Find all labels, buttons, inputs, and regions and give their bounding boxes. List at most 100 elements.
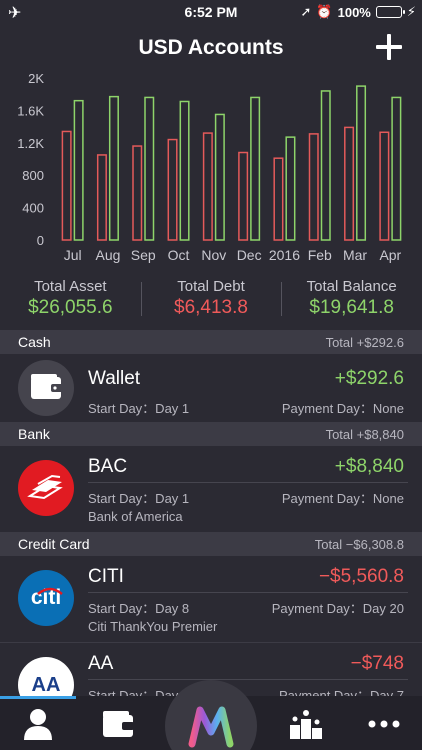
charging-icon: ⚡ <box>406 4 416 19</box>
citi-arc-icon <box>37 587 63 595</box>
bar-debt <box>202 132 213 241</box>
x-tick-label: Mar <box>343 247 367 263</box>
account-name: BAC <box>88 456 128 477</box>
x-tick-label: 2016 <box>269 247 300 263</box>
section-total: Total +$292.6 <box>325 334 404 350</box>
add-account-button[interactable] <box>372 30 406 64</box>
status-right: ➚ ⏰ 100% ⚡ <box>301 4 416 20</box>
section-header-credit-card: Credit Card Total −$6,308.8 <box>0 532 422 556</box>
nav-bar: USD Accounts <box>0 28 422 68</box>
y-tick-label: 1.2K <box>17 136 44 151</box>
account-row-citi[interactable]: citi CITI −$5,560.8 Start Day：Day 8 Paym… <box>0 556 422 642</box>
y-tick-label: 400 <box>22 201 44 216</box>
aa-logo-text: AA <box>31 673 61 696</box>
account-amount: +$292.6 <box>334 368 404 389</box>
battery-icon <box>375 6 405 18</box>
wallet-icon <box>103 711 134 737</box>
total-asset-value: $26,055.6 <box>28 297 113 318</box>
account-row-wallet[interactable]: Wallet +$292.6 Start Day：Day 1 Payment D… <box>0 354 422 422</box>
start-day: Start Day：Day <box>88 688 179 696</box>
bar-debt <box>344 126 355 241</box>
status-bar: ✈ 6:52 PM ➚ ⏰ 100% ⚡ <box>0 0 422 24</box>
bank-of-america-flag-icon <box>27 474 63 500</box>
m-logo-icon <box>188 706 234 748</box>
bac-logo <box>18 460 74 516</box>
account-row-bac[interactable]: BAC +$8,840 Start Day：Day 1 Payment Day：… <box>0 446 422 532</box>
x-tick-label: Apr <box>379 247 401 263</box>
y-tick-label: 0 <box>37 233 44 248</box>
bar-asset <box>108 95 119 241</box>
airplane-icon: ✈ <box>8 5 22 22</box>
section-title: Bank <box>18 426 50 442</box>
bar-asset <box>179 100 190 241</box>
total-balance-value: $19,641.8 <box>309 297 394 318</box>
payment-day: Payment Day：Day 7 <box>279 688 404 696</box>
start-day: Start Day：Day 1 <box>88 401 190 416</box>
section-total: Total +$8,840 <box>325 426 404 442</box>
location-icon: ➚ <box>300 4 312 19</box>
x-tick-label: Jul <box>64 247 82 263</box>
bar-asset <box>73 99 84 241</box>
tab-more[interactable] <box>354 704 414 744</box>
bar-debt <box>308 133 319 241</box>
bar-debt <box>61 130 72 241</box>
x-tick-label: Dec <box>237 247 262 263</box>
section-title: Cash <box>18 334 51 350</box>
more-icon <box>368 720 400 728</box>
tab-ranking[interactable] <box>276 704 336 744</box>
start-day: Start Day：Day 8 <box>88 601 190 616</box>
x-tick-label: Aug <box>95 247 120 263</box>
account-amount: +$8,840 <box>334 456 404 477</box>
x-tick-label: Feb <box>308 247 332 263</box>
x-tick-label: Nov <box>201 247 226 263</box>
monthly-bar-chart: 0 400 800 1.2K 1.6K 2K Jul Aug Sep Oct Nov Dec 2016 F… <box>17 71 402 263</box>
tab-accounts[interactable] <box>8 704 68 744</box>
row-divider <box>88 679 408 680</box>
account-amount: −$5,560.8 <box>318 566 404 587</box>
ranking-icon <box>290 710 322 739</box>
section-total: Total −$6,308.8 <box>314 536 404 552</box>
person-icon <box>24 709 52 740</box>
bar-debt <box>238 151 249 241</box>
section-title: Credit Card <box>18 536 90 552</box>
bar-asset <box>356 85 367 241</box>
aa-logo: AA <box>18 657 74 696</box>
bar-asset <box>250 96 261 241</box>
payment-day: Payment Day：None <box>281 491 404 506</box>
total-asset: Total Asset $26,055.6 <box>0 276 141 328</box>
bar-debt <box>379 131 390 241</box>
section-header-bank: Bank Total +$8,840 <box>0 422 422 446</box>
total-debt-value: $6,413.8 <box>174 297 248 318</box>
x-tick-label: Sep <box>131 247 156 263</box>
total-debt-label: Total Debt <box>177 278 245 295</box>
bar-asset <box>320 90 331 241</box>
payment-day: Payment Day：None <box>281 401 404 416</box>
y-tick-label: 2K <box>28 71 44 86</box>
y-tick-label: 1.6K <box>17 103 44 118</box>
total-balance-label: Total Balance <box>306 278 397 295</box>
section-header-cash: Cash Total +$292.6 <box>0 330 422 354</box>
citi-logo: citi <box>18 570 74 626</box>
summary-bar: Total Asset $26,055.6 Total Debt $6,413.… <box>0 276 422 328</box>
x-tick-label: Oct <box>168 247 190 263</box>
page-title: USD Accounts <box>138 36 284 59</box>
account-name: AA <box>88 653 114 674</box>
bar-debt <box>132 145 143 241</box>
status-time: 6:52 PM <box>184 4 238 20</box>
bar-asset <box>391 96 402 241</box>
active-tab-indicator <box>0 696 76 699</box>
bar-debt <box>167 138 178 241</box>
battery-percent: 100% <box>337 4 371 20</box>
total-balance: Total Balance $19,641.8 <box>281 276 422 328</box>
bar-asset <box>214 113 225 241</box>
account-description: Citi ThankYou Premier <box>88 619 218 634</box>
tab-wallet[interactable] <box>88 704 148 744</box>
account-description: Bank of America <box>88 509 183 524</box>
row-divider <box>88 482 408 483</box>
account-name: Wallet <box>88 368 141 389</box>
bar-asset <box>285 136 296 241</box>
alarm-icon: ⏰ <box>316 4 333 19</box>
bar-asset <box>144 96 155 241</box>
bar-debt <box>96 154 107 241</box>
wallet-icon <box>31 374 63 399</box>
